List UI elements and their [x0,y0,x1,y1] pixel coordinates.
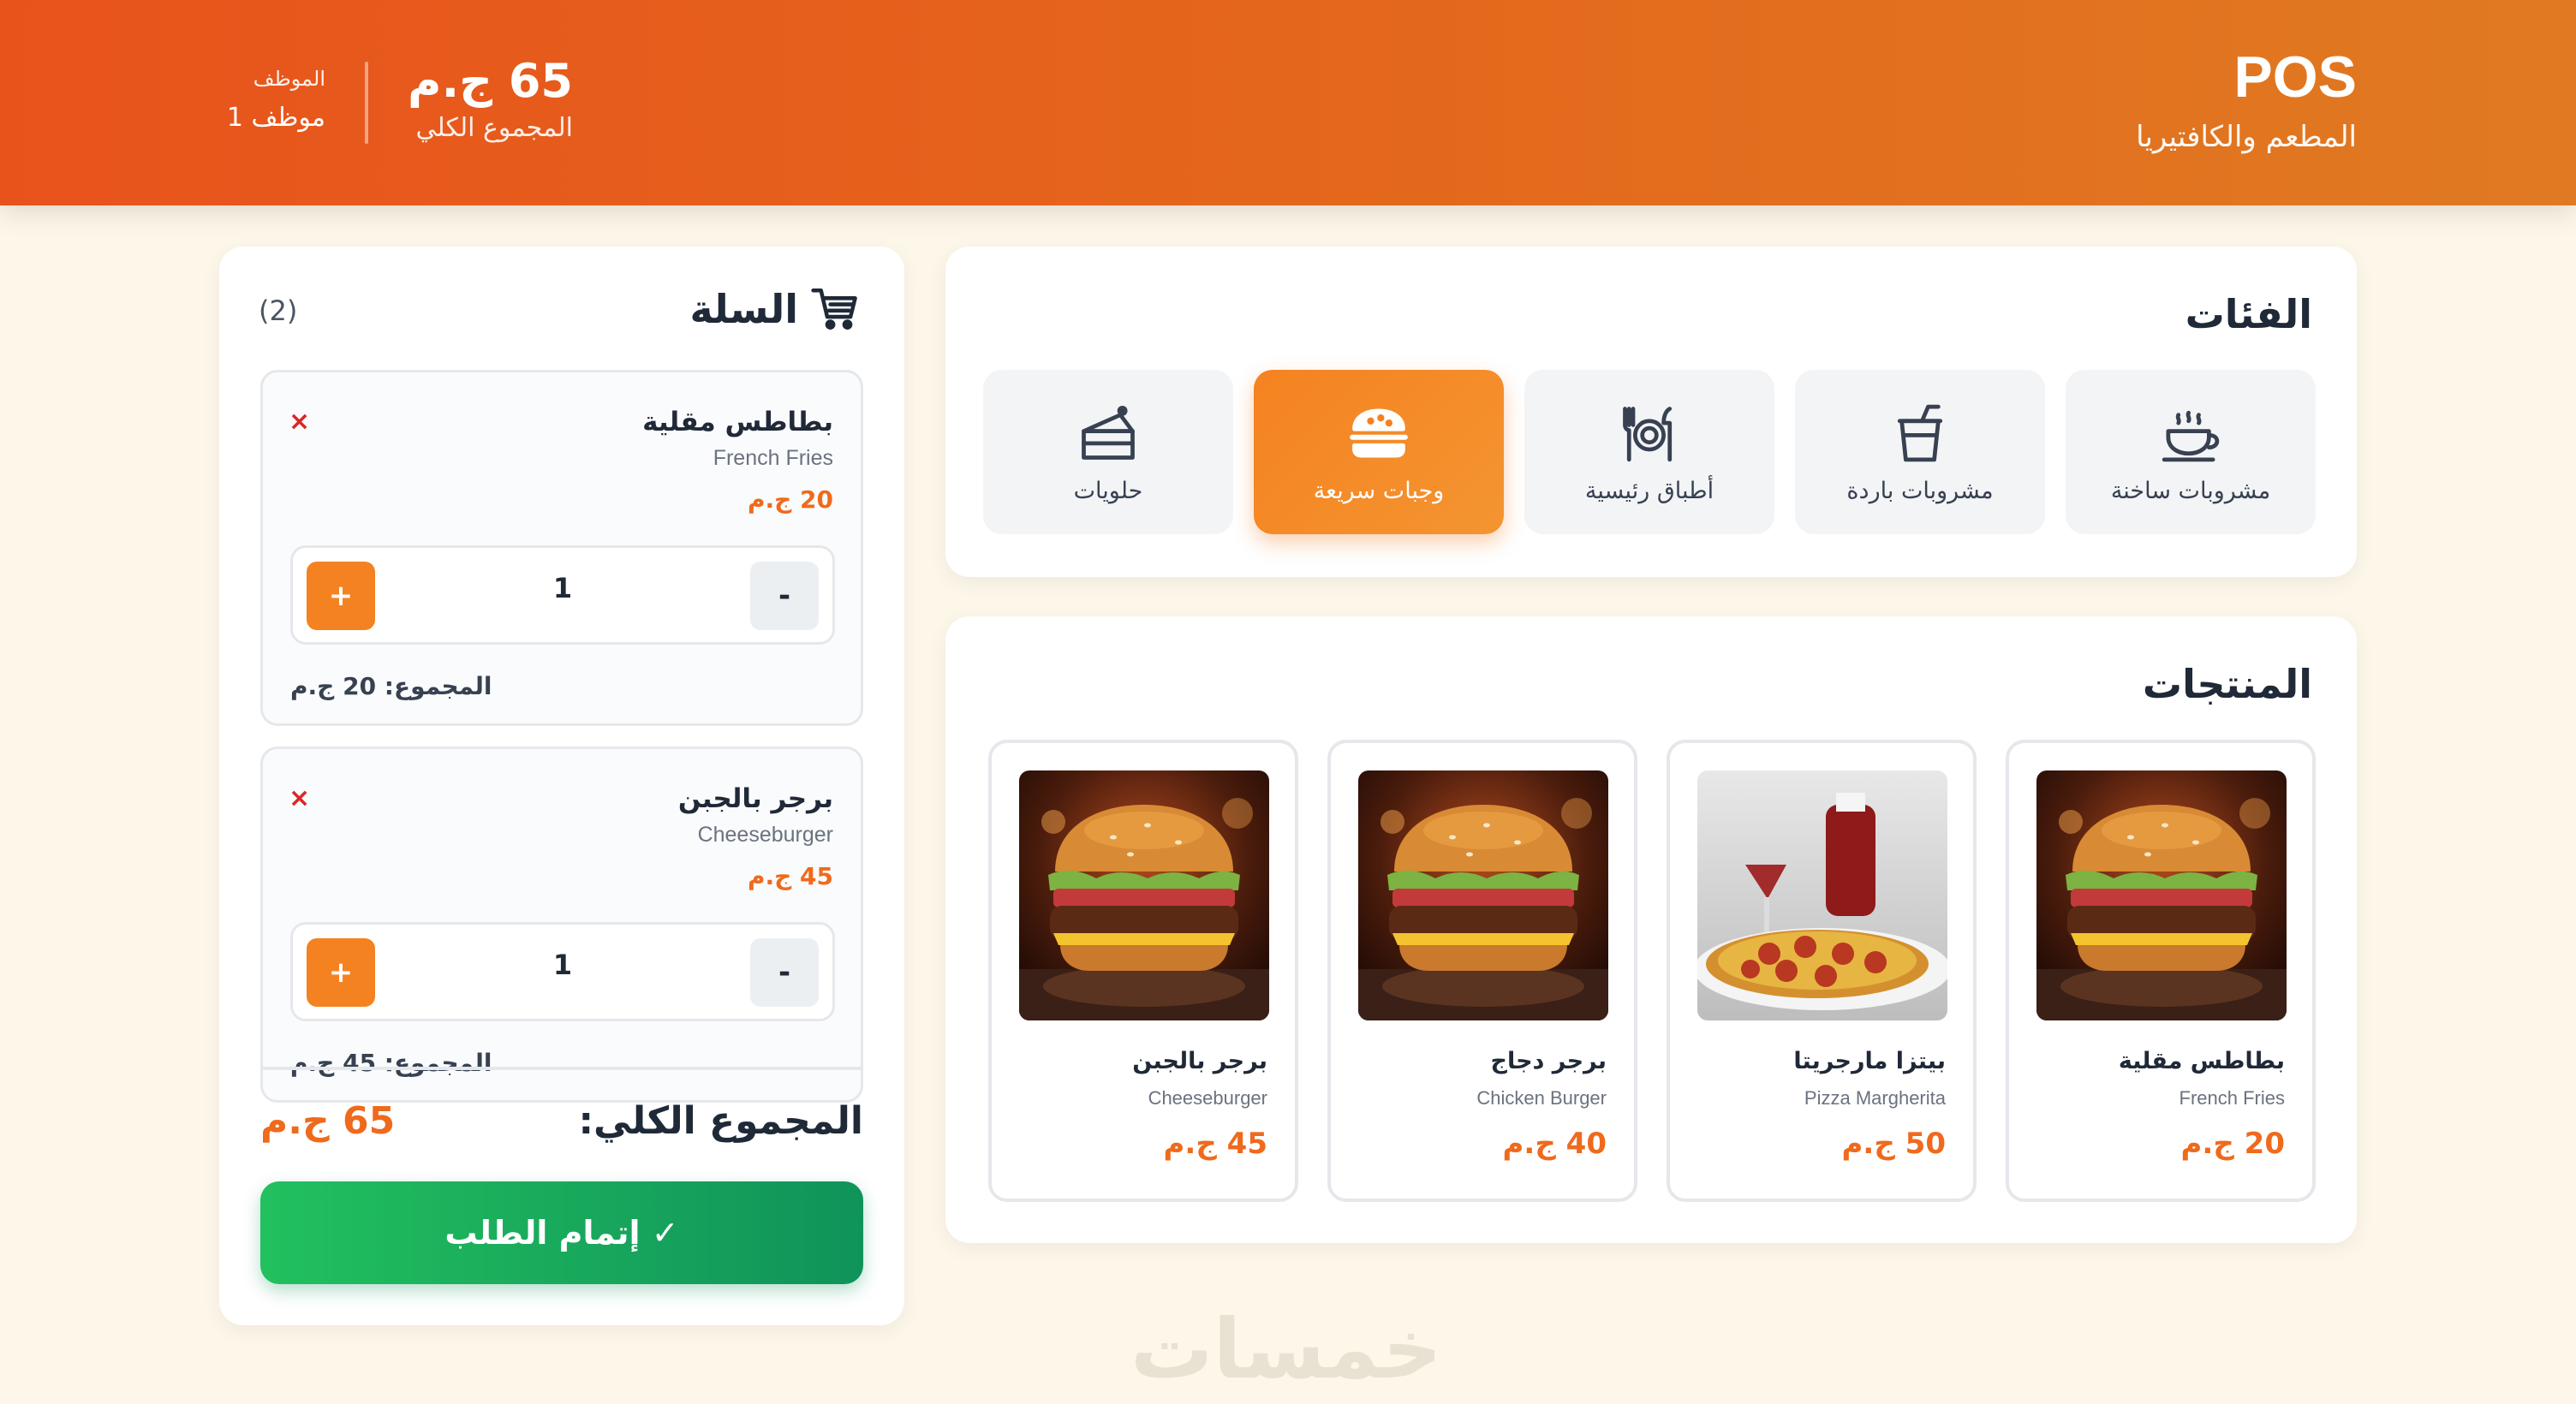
app-subtitle: المطعم والكافتيريا [2136,120,2357,154]
product-image [1019,770,1269,1020]
quantity-input[interactable] [507,949,618,981]
staff-label: الموظف [253,67,325,91]
plate-icon [1623,406,1673,461]
category-desserts[interactable]: حلويات [983,370,1233,534]
watermark: خمسات [1130,1301,1442,1397]
decrease-quantity-button[interactable]: - [750,938,819,1007]
grand-total-label: المجموع الكلي: [578,1099,863,1143]
product-name-en: French Fries [2179,1087,2285,1109]
product-name-en: Cheeseburger [1148,1087,1267,1109]
product-card[interactable]: برجر دجاج Chicken Burger 40 ج.م [1327,740,1637,1202]
category-label: حلويات [1073,477,1143,504]
product-name: بطاطس مقلية [2118,1048,2285,1074]
categories-panel: الفئات مشروبات ساخنة مشروبات باردة أطباق… [945,247,2357,577]
increase-quantity-button[interactable]: + [307,938,375,1007]
cart-item-subtotal: المجموع: 20 ج.م [290,672,492,700]
category-label: مشروبات باردة [1846,477,1994,504]
category-label: مشروبات ساخنة [2110,477,2271,504]
products-panel: المنتجات بطاطس مقلية French Fries 20 ج.م… [945,616,2357,1243]
product-image [1697,770,1947,1020]
cart-count: (2) [259,294,298,327]
product-image [2036,770,2287,1020]
product-name: برجر دجاج [1490,1048,1607,1074]
hot-drink-icon [2162,410,2220,461]
cart-title: السلة [689,286,798,332]
product-price: 50 ج.م [1841,1127,1946,1161]
cart-item: × برجر بالجبن Cheeseburger 45 ج.م + - ال… [260,747,863,1103]
product-name: برجر بالجبن [1132,1048,1267,1074]
category-label: أطباق رئيسية [1584,477,1714,504]
product-price: 45 ج.م [1163,1127,1267,1161]
category-hot-drinks[interactable]: مشروبات ساخنة [2066,370,2316,534]
header-total-value: 65 ج.م [408,54,573,108]
burger-icon [1350,408,1408,457]
app-header: POS المطعم والكافتيريا 65 ج.م المجموع ال… [0,0,2576,205]
product-name-en: Chicken Burger [1476,1087,1607,1109]
header-total-label: المجموع الكلي [415,113,573,143]
header-total: 65 ج.م المجموع الكلي [408,53,573,147]
cart-item-name: برجر بالجبن [677,783,833,814]
cart-item-name-en: Cheeseburger [697,823,833,847]
cart-divider [260,1067,863,1070]
products-title: المنتجات [2142,661,2312,707]
cart-item: × بطاطس مقلية French Fries 20 ج.م + - ال… [260,370,863,726]
cold-drink-icon [1897,404,1943,461]
product-name: بيتزا مارجريتا [1793,1048,1946,1074]
product-card[interactable]: بيتزا مارجريتا Pizza Margherita 50 ج.م [1667,740,1977,1202]
categories-title: الفئات [2185,291,2312,337]
cart-icon [811,288,857,330]
grand-total-value: 65 ج.م [260,1099,396,1143]
decrease-quantity-button[interactable]: - [750,562,819,630]
product-card[interactable]: بطاطس مقلية French Fries 20 ج.م [2006,740,2316,1202]
header-staff: الموظف موظف 1 [221,62,325,140]
product-grid: بطاطس مقلية French Fries 20 ج.م بيتزا ما… [988,740,2316,1202]
category-cold-drinks[interactable]: مشروبات باردة [1795,370,2045,534]
increase-quantity-button[interactable]: + [307,562,375,630]
remove-item-button[interactable]: × [289,407,310,437]
product-name-en: Pizza Margherita [1804,1087,1946,1109]
cart-panel: السلة (2) × بطاطس مقلية French Fries 20 … [219,247,904,1325]
quantity-stepper: + - [290,545,835,645]
category-main-dishes[interactable]: أطباق رئيسية [1524,370,1774,534]
cart-item-subtotal: المجموع: 45 ج.م [290,1049,492,1077]
product-image [1358,770,1608,1020]
category-list: مشروبات ساخنة مشروبات باردة أطباق رئيسية [983,370,2316,534]
product-card[interactable]: برجر بالجبن Cheeseburger 45 ج.م [988,740,1298,1202]
product-price: 40 ج.م [1502,1127,1607,1161]
quantity-input[interactable] [507,572,618,604]
quantity-stepper: + - [290,922,835,1021]
category-label: وجبات سريعة [1313,477,1445,504]
cart-item-name: بطاطس مقلية [642,407,833,437]
cart-item-name-en: French Fries [713,446,833,470]
brand: POS المطعم والكافتيريا [2136,43,2357,163]
staff-value: موظف 1 [226,103,325,133]
cart-header: السلة [689,284,860,334]
checkout-button[interactable]: ✓ إتمام الطلب [260,1181,863,1284]
cart-item-price: 20 ج.م [747,485,833,514]
app-title: POS [2233,45,2357,110]
header-divider [365,62,368,144]
cart-item-price: 45 ج.م [747,862,833,890]
product-price: 20 ج.م [2180,1127,2285,1161]
cake-icon [1082,405,1135,460]
category-fast-food[interactable]: وجبات سريعة [1254,370,1504,534]
remove-item-button[interactable]: × [289,783,310,813]
